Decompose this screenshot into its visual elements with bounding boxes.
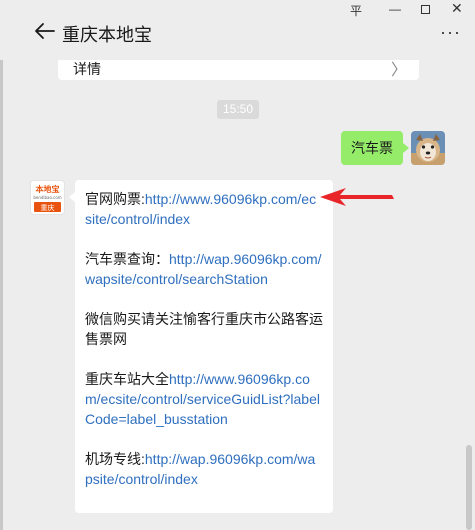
close-button[interactable]: ✕ [451, 0, 463, 17]
bendibao-logo-avatar[interactable]: 本地宝 bendibao.com 重庆 [30, 180, 65, 215]
red-annotation-arrow-icon [320, 188, 394, 206]
message-paragraph-wechat: 微信购买请关注愉客行重庆市公路客运售票网 [85, 311, 323, 347]
logo-top-text: 本地宝 [35, 184, 60, 194]
message-paragraph-ticketing: 官网购票:http://www.96096kp.com/ecsite/contr… [85, 189, 323, 229]
message-paragraph-airport: 机场专线:http://wap.96096kp.com/wapsite/cont… [85, 449, 323, 489]
logo-sub-text: bendibao.com [33, 195, 61, 200]
chat-title: 重庆本地宝 [62, 25, 152, 45]
incoming-message-bubble: 官网购票:http://www.96096kp.com/ecsite/contr… [69, 180, 333, 513]
detail-label: 详情 [73, 61, 101, 77]
back-arrow-icon[interactable] [34, 20, 56, 42]
logo-city-text: 重庆 [41, 203, 55, 212]
chevron-right-icon: 〉 [390, 62, 407, 79]
ticketing-label: 官网购票: [85, 191, 145, 207]
detail-card[interactable]: 详情 〉 [58, 60, 419, 80]
user-avatar[interactable] [411, 131, 445, 165]
pin-window-button[interactable]: 平 [350, 2, 362, 19]
message-paragraph-stations: 重庆车站大全http://www.96096kp.com/ecsite/cont… [85, 369, 323, 429]
search-label: 汽车票查询： [85, 251, 169, 267]
outgoing-message-bubble[interactable]: 汽车票 [341, 131, 409, 165]
dog-avatar-icon [411, 131, 445, 165]
bendibao-logo-icon: 本地宝 bendibao.com 重庆 [31, 181, 64, 214]
message-paragraph-search: 汽车票查询：http://wap.96096kp.com/wapsite/con… [85, 249, 323, 289]
vertical-scrollbar[interactable] [466, 445, 472, 530]
chat-message-area[interactable]: 详情 〉 15:50 汽车票 本地宝 bendibao.com 重庆 官网购票:… [0, 60, 475, 530]
timestamp-badge: 15:50 [217, 100, 260, 119]
more-options-button[interactable]: ··· [440, 22, 461, 43]
title-bar: 平 — ✕ 重庆本地宝 ··· [0, 0, 475, 60]
airport-label: 机场专线: [85, 451, 145, 467]
maximize-button[interactable] [421, 5, 430, 14]
minimize-button[interactable]: — [389, 2, 401, 16]
stations-label: 重庆车站大全 [85, 371, 169, 387]
